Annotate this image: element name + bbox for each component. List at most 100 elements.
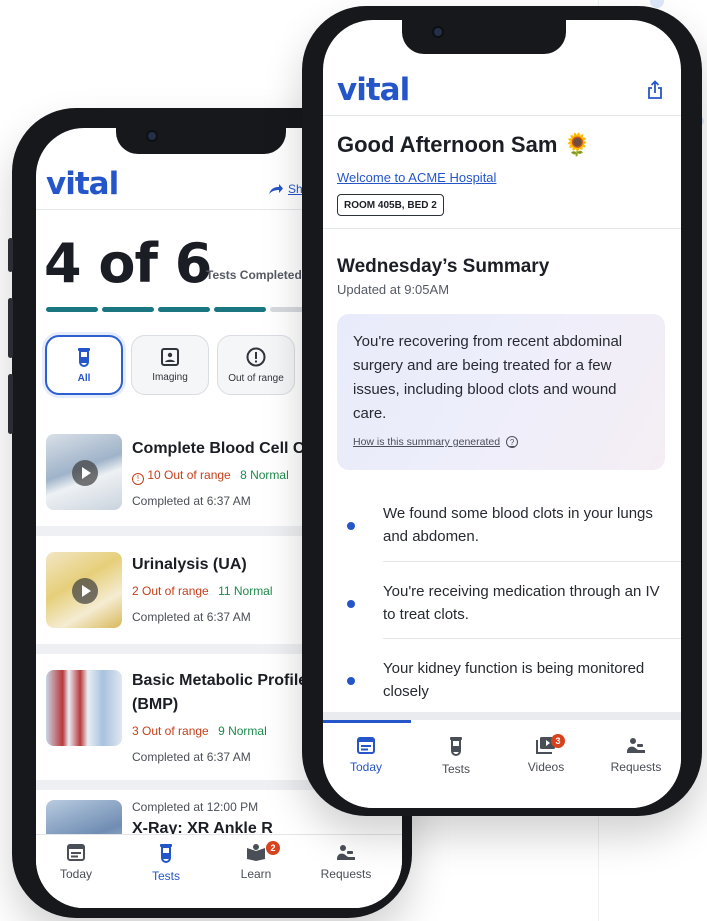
calendar-icon [67, 844, 85, 861]
out-of-range-count: 2 Out of range [132, 584, 209, 598]
nurse-call-icon [337, 845, 355, 860]
test-result-summary: ! 10 Out of range 8 Normal [132, 468, 289, 485]
alert-circle-icon: ! [132, 473, 144, 485]
phone-side-button [8, 374, 13, 434]
filter-chip-imaging[interactable]: Imaging [131, 335, 209, 395]
content-end-band [323, 712, 681, 720]
share-icon[interactable] [647, 80, 663, 100]
test-title: Basic Metabolic Profile [132, 672, 308, 689]
test-tube-icon [78, 347, 90, 367]
filter-chip-label: All [77, 372, 91, 384]
share-arrow-icon [269, 184, 283, 194]
tab-today[interactable]: Today [36, 843, 116, 881]
tab-label: Tests [151, 869, 180, 883]
tab-tests[interactable]: Tests [126, 843, 206, 883]
section-divider [323, 228, 681, 229]
tab-label: Videos [527, 760, 565, 774]
blood-test-thumbnail[interactable] [46, 434, 122, 510]
bullet-dot [347, 677, 355, 685]
phone-side-button [8, 238, 13, 272]
test-title-line2: (BMP) [132, 696, 179, 713]
filter-chip-out-of-range[interactable]: Out of range [217, 335, 295, 395]
bottom-tab-bar: Today Tests 2 Learn Requests [36, 834, 402, 908]
notification-badge: 3 [551, 734, 565, 748]
progress-segment [46, 307, 98, 312]
summary-title: Wednesday’s Summary [337, 256, 550, 277]
tab-learn[interactable]: 2 Learn [216, 841, 296, 881]
share-label: Sh [288, 182, 303, 196]
metabolic-panel-thumbnail[interactable] [46, 670, 122, 746]
summary-point: Your kidney function is being monitored … [337, 655, 681, 711]
play-video-icon[interactable] [72, 460, 98, 486]
bullet-dot [347, 522, 355, 530]
filter-chip-all[interactable]: All [45, 335, 123, 395]
summary-info-label: How is this summary generated [353, 436, 501, 448]
vital-logo: vital [46, 166, 119, 202]
progress-segment [214, 307, 266, 312]
test-title: Urinalysis (UA) [132, 556, 247, 573]
test-filter-chips: All Imaging Out of range [45, 335, 295, 395]
tests-completed-count: 4 of 6 [44, 232, 212, 295]
test-completed-time: Completed at 6:37 AM [132, 750, 251, 764]
tab-requests[interactable]: Requests [306, 843, 386, 881]
greeting-heading: Good Afternoon Sam 🌻 [337, 132, 591, 157]
out-of-range-count: 3 Out of range [132, 724, 209, 738]
filter-chip-label: Imaging [152, 371, 188, 383]
phone-notch [402, 6, 566, 54]
vital-logo: vital [337, 72, 410, 108]
test-tube-icon [450, 737, 462, 756]
tab-label: Requests [610, 760, 662, 774]
summary-point: We found some blood clots in your lungs … [337, 500, 681, 560]
tab-requests[interactable]: Requests [593, 736, 679, 774]
summary-point-text: We found some blood clots in your lungs … [383, 505, 653, 545]
summary-point: You're receiving medication through an I… [337, 578, 681, 638]
point-divider [383, 638, 681, 639]
active-tab-indicator [323, 720, 411, 723]
normal-count: 9 Normal [218, 724, 267, 738]
front-phone-frame: vital Good Afternoon Sam 🌻 Welcome to AC… [302, 6, 702, 816]
bottom-tab-bar: Today Tests 3 Videos Requests [323, 720, 681, 808]
room-badge: ROOM 405B, BED 2 [337, 194, 444, 216]
summary-point-text: Your kidney function is being monitored … [383, 660, 645, 700]
test-completed-time: Completed at 6:37 AM [132, 610, 251, 624]
hospital-welcome-link[interactable]: Welcome to ACME Hospital [337, 170, 496, 185]
summary-info-link[interactable]: How is this summary generated ? [353, 436, 519, 448]
tab-label: Today [349, 760, 383, 774]
calendar-icon [357, 737, 375, 754]
book-icon [247, 844, 265, 861]
point-divider [383, 561, 681, 562]
urinalysis-thumbnail[interactable] [46, 552, 122, 628]
summary-point-text: You're receiving medication through an I… [383, 583, 660, 623]
tab-label: Learn [240, 867, 272, 881]
image-frame-icon [161, 347, 179, 366]
tab-videos[interactable]: 3 Videos [503, 734, 589, 774]
phone-side-button [8, 298, 13, 358]
summary-updated-time: Updated at 9:05AM [337, 282, 450, 297]
tests-completed-caption: Tests Completed [206, 268, 302, 282]
test-completed-time: Completed at 12:00 PM [132, 800, 259, 814]
tab-tests[interactable]: Tests [413, 736, 499, 776]
test-result-summary: 3 Out of range 9 Normal [132, 724, 267, 738]
nurse-call-icon [627, 738, 645, 753]
out-of-range-count: 10 Out of range [147, 468, 231, 482]
test-title: Complete Blood Cell Co [132, 440, 315, 457]
normal-count: 8 Normal [240, 468, 289, 482]
bullet-dot [347, 600, 355, 608]
normal-count: 11 Normal [218, 584, 273, 598]
summary-text: You're recovering from recent abdominal … [353, 333, 623, 422]
today-screen: vital Good Afternoon Sam 🌻 Welcome to AC… [323, 20, 681, 808]
play-video-icon[interactable] [72, 578, 98, 604]
progress-segment [102, 307, 154, 312]
test-completed-time: Completed at 6:37 AM [132, 494, 251, 508]
help-circle-icon: ? [506, 436, 519, 448]
alert-circle-icon [246, 347, 266, 366]
tab-label: Tests [441, 762, 470, 776]
progress-segment [158, 307, 210, 312]
phone-notch [116, 108, 286, 154]
tab-label: Today [59, 867, 93, 881]
share-link[interactable]: Sh [268, 182, 303, 196]
front-camera [146, 130, 158, 142]
filter-chip-label: Out of range [228, 372, 284, 384]
tab-today[interactable]: Today [323, 736, 409, 774]
front-camera [432, 26, 444, 38]
